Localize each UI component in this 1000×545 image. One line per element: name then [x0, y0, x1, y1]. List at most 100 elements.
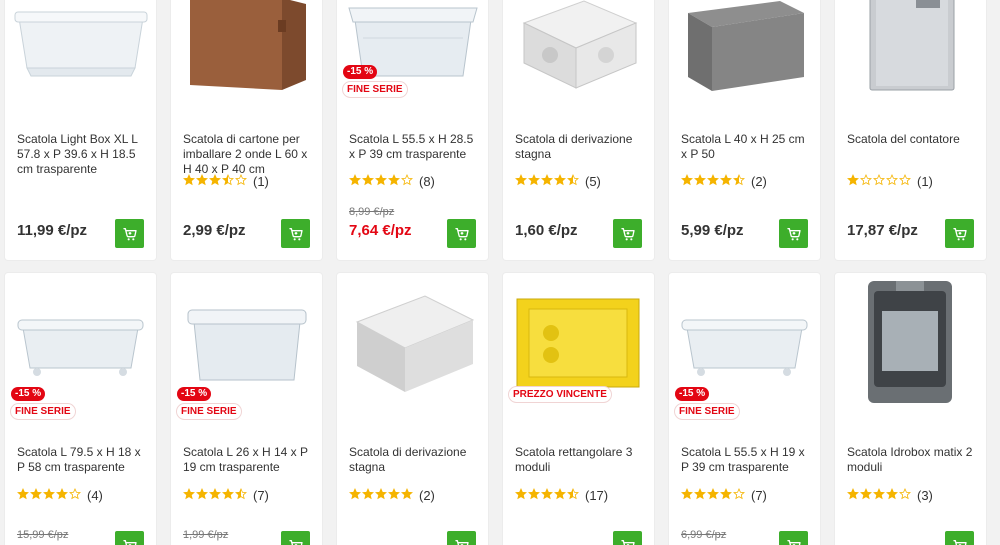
product-card[interactable]: Scatola di derivazione stagna (5) 1,60 €/p…: [503, 0, 654, 260]
add-to-cart-button[interactable]: [115, 219, 144, 248]
product-image[interactable]: [835, 280, 986, 403]
star-icon: [681, 174, 693, 189]
review-count: (8): [419, 174, 435, 189]
promo-tag: FINE SERIE: [343, 82, 407, 97]
promo-tag: FINE SERIE: [11, 404, 75, 419]
star-icon: [43, 488, 55, 503]
rating-stars: [681, 488, 745, 503]
star-icon: [886, 488, 898, 503]
star-icon: [375, 488, 387, 503]
product-image[interactable]: [5, 0, 156, 95]
product-image[interactable]: [669, 0, 820, 95]
add-to-cart-button[interactable]: [447, 219, 476, 248]
product-card[interactable]: -15 % FINE SERIE Scatola L 26 x H 14 x P 1…: [171, 273, 322, 545]
product-title[interactable]: Scatola di cartone per imballare 2 onde …: [183, 132, 312, 177]
product-card[interactable]: PREZZO VINCENTE Scatola rettangolare 3 mo…: [503, 273, 654, 545]
product-title[interactable]: Scatola Light Box XL L 57.8 x P 39.6 x H…: [17, 132, 146, 177]
product-card[interactable]: -15 % FINE SERIE Scatola L 79.5 x H 18 x P…: [5, 273, 156, 545]
product-image[interactable]: [171, 0, 322, 95]
add-to-cart-button[interactable]: [945, 531, 974, 545]
promo-tag: PREZZO VINCENTE: [509, 387, 611, 402]
product-card[interactable]: Scatola di derivazione stagna (2): [337, 273, 488, 545]
product-title[interactable]: Scatola di derivazione stagna: [349, 445, 478, 475]
rating-stars: [515, 174, 579, 189]
star-icon: [196, 174, 208, 189]
add-to-cart-button[interactable]: [779, 219, 808, 248]
review-count: (2): [751, 174, 767, 189]
price: 11,99 €/pz: [17, 222, 88, 239]
product-card[interactable]: Scatola L 40 x H 25 cm x P 50 (2) 5,99 €/p…: [669, 0, 820, 260]
product-card[interactable]: -15 % FINE SERIE Scatola L 55.5 x H 19 x P…: [669, 273, 820, 545]
star-icon: [694, 174, 706, 189]
product-title[interactable]: Scatola Idrobox matix 2 moduli: [847, 445, 976, 475]
add-to-cart-button[interactable]: [779, 531, 808, 545]
cart-icon: [620, 538, 636, 545]
promo-tag: FINE SERIE: [675, 404, 739, 419]
add-to-cart-button[interactable]: [613, 531, 642, 545]
product-card[interactable]: -15 % FINE SERIE Scatola L 55.5 x H 28.5 x…: [337, 0, 488, 260]
star-icon: [69, 488, 81, 503]
review-count: (4): [87, 488, 103, 503]
rating-stars: [17, 488, 81, 503]
discount-badge: -15 %: [11, 387, 46, 401]
product-image[interactable]: [337, 283, 488, 403]
rating: (3): [847, 488, 933, 503]
product-card[interactable]: Scatola di cartone per imballare 2 onde …: [171, 0, 322, 260]
add-to-cart-button[interactable]: [281, 219, 310, 248]
badges: -15 % FINE SERIE: [11, 387, 75, 419]
add-to-cart-button[interactable]: [115, 531, 144, 545]
product-title[interactable]: Scatola del contatore: [847, 132, 976, 147]
product-image[interactable]: [503, 283, 654, 403]
rating: (2): [681, 174, 767, 189]
add-to-cart-button[interactable]: [447, 531, 476, 545]
product-image[interactable]: [171, 283, 322, 403]
review-count: (3): [917, 488, 933, 503]
star-icon: [56, 488, 68, 503]
product-image[interactable]: [5, 283, 156, 403]
product-title[interactable]: Scatola L 55.5 x H 28.5 x P 39 cm traspa…: [349, 132, 478, 162]
star-icon: [694, 488, 706, 503]
add-to-cart-button[interactable]: [281, 531, 310, 545]
star-icon: [515, 174, 527, 189]
star-icon: [873, 174, 885, 189]
rating-stars: [349, 174, 413, 189]
product-image[interactable]: [503, 0, 654, 95]
product-title[interactable]: Scatola L 40 x H 25 cm x P 50: [681, 132, 810, 162]
add-to-cart-button[interactable]: [945, 219, 974, 248]
price: 5,99 €/pz: [681, 222, 744, 239]
old-price: 6,99 €/pz: [681, 529, 727, 541]
review-count: (17): [585, 488, 609, 503]
add-to-cart-button[interactable]: [613, 219, 642, 248]
review-count: (1): [917, 174, 933, 189]
rating: (2): [349, 488, 435, 503]
badges: PREZZO VINCENTE: [509, 387, 611, 402]
product-title[interactable]: Scatola rettangolare 3 moduli: [515, 445, 644, 475]
star-icon: [847, 488, 859, 503]
star-icon: [681, 488, 693, 503]
product-image[interactable]: [669, 283, 820, 403]
review-count: (5): [585, 174, 601, 189]
badges: -15 % FINE SERIE: [675, 387, 739, 419]
star-icon: [30, 488, 42, 503]
price: 1,60 €/pz: [515, 222, 578, 239]
product-image[interactable]: [835, 0, 986, 95]
cart-icon: [952, 226, 968, 242]
star-icon: [873, 488, 885, 503]
review-count: (7): [253, 488, 269, 503]
product-card[interactable]: Scatola del contatore (1) 17,87 €/pz: [835, 0, 986, 260]
product-card[interactable]: Scatola Light Box XL L 57.8 x P 39.6 x H…: [5, 0, 156, 260]
product-title[interactable]: Scatola L 26 x H 14 x P 19 cm trasparent…: [183, 445, 312, 475]
product-grid: Scatola Light Box XL L 57.8 x P 39.6 x H…: [0, 0, 1000, 545]
badges: -15 % FINE SERIE: [343, 65, 407, 97]
cart-icon: [454, 226, 470, 242]
star-icon: [707, 174, 719, 189]
rating: (7): [681, 488, 767, 503]
product-title[interactable]: Scatola L 55.5 x H 19 x P 39 cm traspare…: [681, 445, 810, 475]
cart-icon: [288, 226, 304, 242]
product-card[interactable]: Scatola Idrobox matix 2 moduli (3): [835, 273, 986, 545]
star-icon: [707, 488, 719, 503]
star-icon: [899, 174, 911, 189]
product-title[interactable]: Scatola di derivazione stagna: [515, 132, 644, 162]
product-title[interactable]: Scatola L 79.5 x H 18 x P 58 cm traspare…: [17, 445, 146, 475]
star-icon: [554, 174, 566, 189]
